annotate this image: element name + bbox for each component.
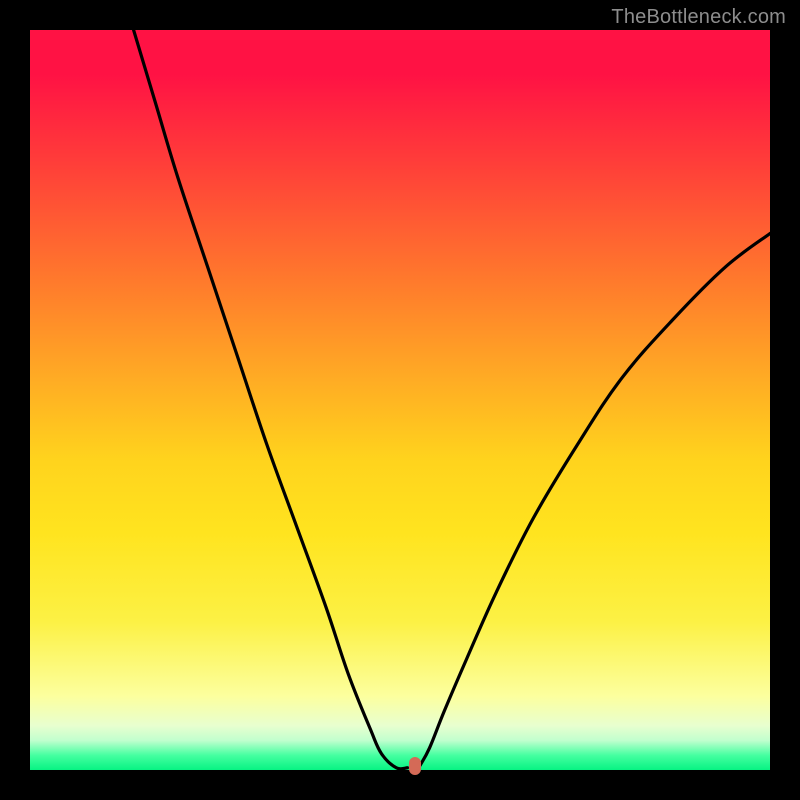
- curve-right: [420, 234, 770, 766]
- plot-area: [30, 30, 770, 770]
- minimum-marker: [409, 757, 421, 775]
- watermark-text: TheBottleneck.com: [611, 6, 786, 29]
- curve-left: [134, 30, 408, 769]
- curve-svg: [30, 30, 770, 770]
- chart-frame: TheBottleneck.com: [0, 0, 800, 800]
